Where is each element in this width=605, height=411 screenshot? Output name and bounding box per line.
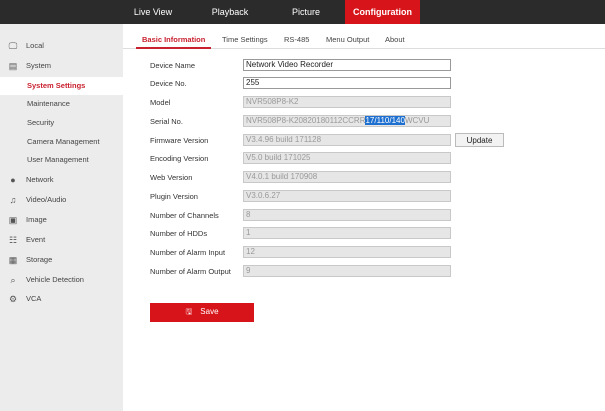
encoding-field: V5.0 build 171025 — [243, 152, 451, 164]
plugin-version-field: V3.0.6.27 — [243, 190, 451, 202]
nav-live-view[interactable]: Live View — [124, 0, 182, 24]
alarm-input-field: 12 — [243, 246, 451, 258]
tab-about[interactable]: About — [385, 24, 405, 49]
model-field: NVR508P8-K2 — [243, 96, 451, 108]
alarm-output-field: 9 — [243, 265, 451, 277]
monitor-icon: 🖵 — [8, 41, 18, 51]
sidebar-item-maintenance[interactable]: Maintenance — [0, 95, 123, 113]
sidebar-item-security[interactable]: Security — [0, 114, 123, 132]
web-version-field: V4.0.1 build 170908 — [243, 171, 451, 183]
vehicle-detection-icon: ⌕ — [10, 275, 16, 285]
save-icon: 🖫 — [185, 306, 193, 316]
sidebar-item-vehicle-detection[interactable]: ⌕ Vehicle Detection — [0, 271, 123, 289]
tab-basic-information[interactable]: Basic Information — [136, 24, 212, 49]
hdds-field: 1 — [243, 227, 451, 239]
vca-icon: ⚙ — [8, 294, 18, 304]
sidebar-item-storage[interactable]: ▦ Storage — [0, 251, 123, 269]
sidebar-item-vca[interactable]: ⚙ VCA — [0, 290, 123, 308]
firmware-field: V3.4.96 build 171128 — [243, 134, 451, 146]
sidebar: 🖵 Local ▤ System System Settings Maintenan… — [0, 24, 123, 411]
tab-rs-485[interactable]: RS-485 — [284, 24, 309, 49]
channels-field: 8 — [243, 209, 451, 221]
tab-menu-output[interactable]: Menu Output — [326, 24, 369, 49]
update-button[interactable]: Update — [455, 133, 504, 147]
sidebar-item-network[interactable]: ● Network — [0, 171, 123, 189]
nav-configuration[interactable]: Configuration — [345, 0, 420, 24]
serial-field[interactable]: NVR508P8-K20820180112CCRR17/110/140WCVU — [243, 115, 451, 127]
selected-text: 17/110/140 — [365, 116, 405, 125]
device-name-input[interactable]: Network Video Recorder — [243, 59, 451, 71]
nav-playback[interactable]: Playback — [200, 0, 260, 24]
sidebar-item-camera-management[interactable]: Camera Management — [0, 133, 123, 151]
sub-tabs: Basic Information Time Settings RS-485 M… — [123, 24, 605, 49]
nav-picture[interactable]: Picture — [280, 0, 332, 24]
top-nav-bar: Live View Playback Picture Configuration — [0, 0, 605, 24]
storage-icon: ▦ — [8, 255, 18, 265]
save-button[interactable]: 🖫 Save — [150, 303, 254, 322]
system-icon: ▤ — [8, 61, 18, 71]
sidebar-item-video-audio[interactable]: ♫ Video/Audio — [0, 191, 123, 209]
device-no-input[interactable]: 255 — [243, 77, 451, 89]
globe-icon: ● — [10, 175, 16, 185]
video-audio-icon: ♫ — [9, 195, 17, 205]
image-icon: ▣ — [8, 215, 18, 225]
event-icon: ☷ — [8, 235, 18, 245]
sidebar-item-system-settings[interactable]: System Settings — [0, 77, 123, 95]
sidebar-item-local[interactable]: 🖵 Local — [0, 37, 123, 55]
tab-time-settings[interactable]: Time Settings — [222, 24, 268, 49]
sidebar-item-system[interactable]: ▤ System — [0, 57, 123, 75]
sidebar-item-user-management[interactable]: User Management — [0, 151, 123, 169]
sidebar-item-event[interactable]: ☷ Event — [0, 231, 123, 249]
sidebar-item-image[interactable]: ▣ Image — [0, 211, 123, 229]
